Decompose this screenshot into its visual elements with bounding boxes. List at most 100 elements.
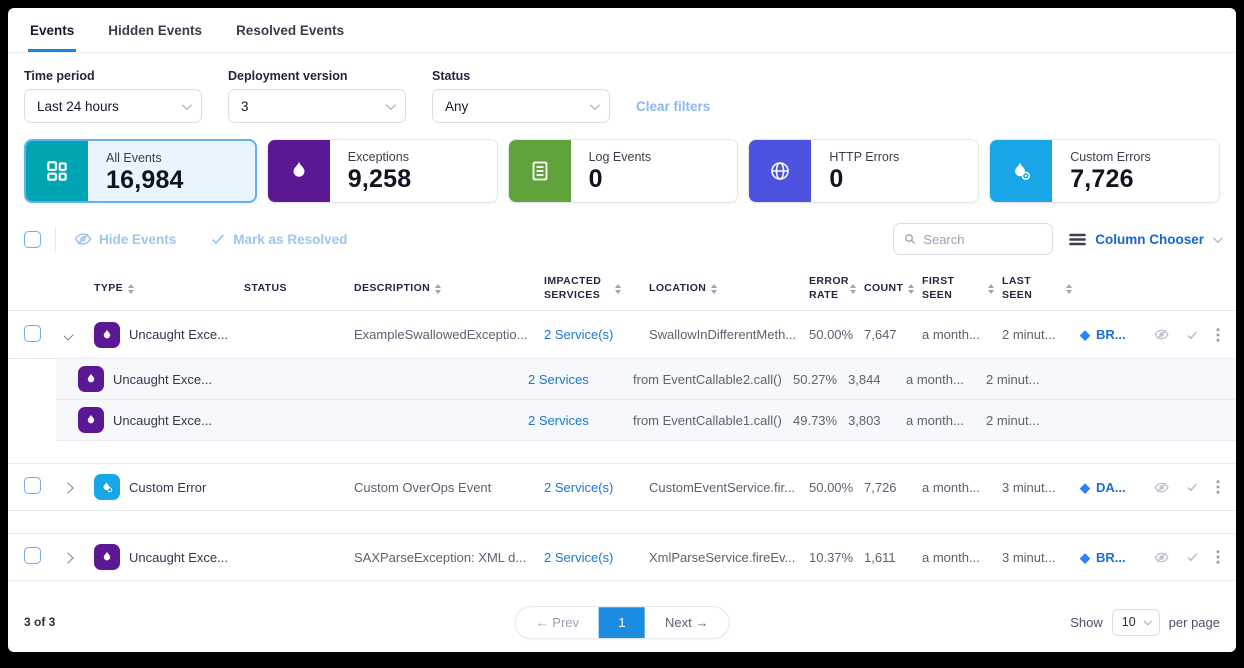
card-http-errors[interactable]: HTTP Errors 0 [748, 139, 979, 203]
select-all-checkbox[interactable] [24, 231, 41, 248]
col-header-location[interactable]: LOCATION [649, 282, 809, 295]
search-input[interactable] [923, 232, 1042, 247]
jira-diamond-icon: ◆ [1080, 551, 1090, 564]
card-label: HTTP Errors [829, 150, 899, 164]
col-header-description[interactable]: DESCRIPTION [354, 282, 544, 295]
card-all-events[interactable]: All Events 16,984 [24, 139, 257, 203]
kebab-menu-icon[interactable] [1216, 548, 1220, 566]
page-size-select[interactable]: 10 [1112, 609, 1160, 636]
hide-events-label: Hide Events [99, 232, 176, 247]
chevron-down-icon [386, 100, 396, 110]
expand-row-icon[interactable] [64, 482, 74, 493]
row-checkbox[interactable] [24, 477, 41, 494]
event-type: Uncaught Exce... [129, 327, 228, 342]
last-seen: 3 minut... [1002, 480, 1080, 495]
stat-cards: All Events 16,984 Exceptions 9,258 Log E… [8, 133, 1236, 217]
column-chooser-button[interactable]: Column Chooser [1069, 232, 1220, 247]
jira-issue-link[interactable]: ◆BR... [1080, 327, 1150, 342]
resolve-event-icon[interactable] [1186, 549, 1199, 565]
event-count: 7,726 [864, 480, 922, 495]
card-value: 0 [589, 165, 652, 194]
hide-events-button[interactable]: Hide Events [74, 230, 176, 248]
sub-row[interactable]: Uncaught Exce... 2 Services from EventCa… [56, 400, 1236, 441]
impacted-services-link[interactable]: 2 Service(s) [544, 550, 649, 565]
col-header-first-seen[interactable]: FIRST SEEN [922, 275, 1002, 301]
hamburger-icon [1069, 233, 1086, 246]
prev-page-button[interactable]: ← Prev [516, 607, 599, 638]
card-custom-errors[interactable]: Custom Errors 7,726 [989, 139, 1220, 203]
status-value: Any [445, 99, 468, 114]
search-box [893, 223, 1053, 255]
pagination: ← Prev 1 Next → [515, 606, 730, 639]
jira-issue-link[interactable]: ◆DA... [1080, 480, 1150, 495]
status-select[interactable]: Any [432, 89, 610, 123]
events-dashboard: Events Hidden Events Resolved Events Tim… [8, 8, 1236, 652]
sort-icon[interactable] [435, 284, 441, 294]
sort-icon[interactable] [1066, 284, 1072, 294]
sub-row[interactable]: Uncaught Exce... 2 Services from EventCa… [56, 359, 1236, 400]
col-header-error-rate[interactable]: ERROR RATE [809, 275, 864, 301]
event-type: Uncaught Exce... [113, 413, 212, 428]
card-value: 0 [829, 165, 899, 194]
col-header-status[interactable]: STATUS [244, 282, 354, 295]
sort-icon[interactable] [615, 284, 621, 294]
card-log-events[interactable]: Log Events 0 [508, 139, 739, 203]
col-header-count[interactable]: COUNT [864, 282, 922, 295]
event-count: 1,611 [864, 550, 922, 565]
card-exceptions[interactable]: Exceptions 9,258 [267, 139, 498, 203]
last-seen: 2 minut... [1002, 327, 1080, 342]
chevron-down-icon [1213, 233, 1223, 243]
hide-event-icon[interactable] [1154, 478, 1169, 497]
kebab-menu-icon[interactable] [1216, 478, 1220, 496]
current-page-button[interactable]: 1 [599, 607, 645, 638]
table-row[interactable]: Custom Error Custom OverOps Event 2 Serv… [8, 463, 1236, 511]
table-row[interactable]: Uncaught Exce... SAXParseException: XML … [8, 533, 1236, 581]
per-page-control: Show 10 per page [1070, 609, 1220, 636]
event-location: from EventCallable2.call() [633, 372, 793, 387]
tab-resolved-events[interactable]: Resolved Events [234, 8, 346, 52]
resolve-event-icon[interactable] [1186, 327, 1199, 343]
row-checkbox[interactable] [24, 325, 41, 342]
events-table: TYPE STATUS DESCRIPTION IMPACTED SERVICE… [8, 267, 1236, 581]
clear-filters-button[interactable]: Clear filters [636, 99, 710, 114]
impacted-services-link[interactable]: 2 Service(s) [544, 327, 649, 342]
kebab-menu-icon[interactable] [1216, 326, 1220, 344]
col-header-type[interactable]: TYPE [94, 282, 244, 295]
mark-resolved-button[interactable]: Mark as Resolved [210, 231, 347, 247]
row-group-spacer [8, 511, 1236, 533]
jira-issue-link[interactable]: ◆BR... [1080, 550, 1150, 565]
jira-diamond-icon: ◆ [1080, 328, 1090, 341]
sort-icon[interactable] [988, 284, 994, 294]
next-page-button[interactable]: Next → [645, 607, 728, 638]
impacted-services-link[interactable]: 2 Services [528, 413, 633, 428]
tab-events[interactable]: Events [28, 8, 76, 52]
card-label: Custom Errors [1070, 150, 1151, 164]
sort-icon[interactable] [908, 284, 914, 294]
hide-event-icon[interactable] [1154, 325, 1169, 344]
impacted-services-link[interactable]: 2 Service(s) [544, 480, 649, 495]
time-period-select[interactable]: Last 24 hours [24, 89, 202, 123]
tab-bar: Events Hidden Events Resolved Events [8, 8, 1236, 53]
error-rate: 49.73% [793, 413, 848, 428]
deployment-version-select[interactable]: 3 [228, 89, 406, 123]
sort-icon[interactable] [128, 284, 134, 294]
event-count: 7,647 [864, 327, 922, 342]
sort-icon[interactable] [850, 284, 856, 294]
col-header-impacted-services[interactable]: IMPACTED SERVICES [544, 275, 649, 301]
collapse-row-icon[interactable] [64, 329, 74, 340]
event-type: Uncaught Exce... [113, 372, 212, 387]
impacted-services-link[interactable]: 2 Services [528, 372, 633, 387]
table-row[interactable]: Uncaught Exce... ExampleSwallowedExcepti… [8, 311, 1236, 359]
sort-icon[interactable] [711, 284, 717, 294]
globe-icon [749, 140, 811, 202]
row-checkbox[interactable] [24, 547, 41, 564]
hide-event-icon[interactable] [1154, 548, 1169, 567]
expand-row-icon[interactable] [64, 552, 74, 563]
chevron-down-icon [1143, 617, 1151, 625]
tab-hidden-events[interactable]: Hidden Events [106, 8, 204, 52]
resolve-event-icon[interactable] [1186, 479, 1199, 495]
card-label: Exceptions [348, 150, 412, 164]
mark-resolved-label: Mark as Resolved [233, 232, 347, 247]
col-header-last-seen[interactable]: LAST SEEN [1002, 275, 1080, 301]
event-location: CustomEventService.fir... [649, 480, 809, 495]
